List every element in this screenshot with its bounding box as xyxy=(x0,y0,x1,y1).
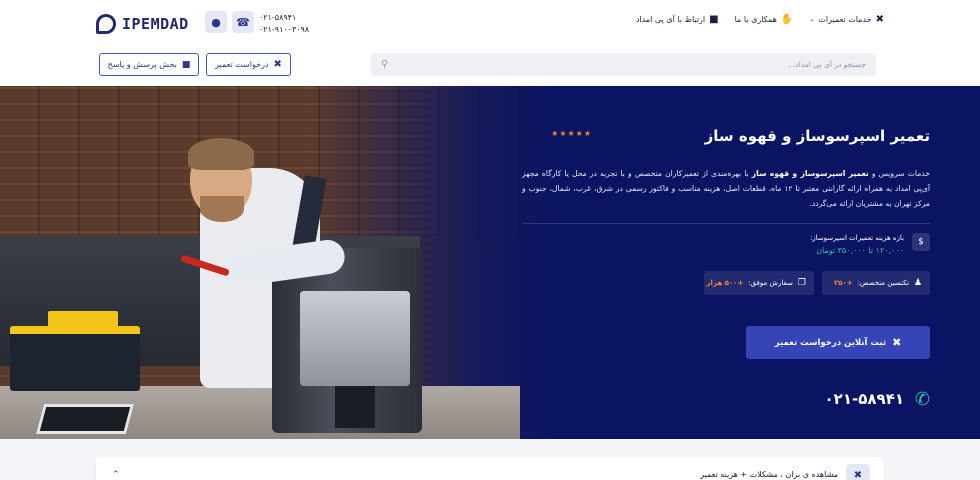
phone-number-2[interactable]: ۰۲۱-۹۱۰۰۳۰۹۸ xyxy=(259,24,309,36)
faq-button[interactable]: ■ بخش پرسش و پاسخ xyxy=(99,53,199,76)
search-icon[interactable]: ⚲ xyxy=(381,59,388,70)
repair-tools-icon: ✖ xyxy=(846,464,870,480)
price-range-label: بازه هزینه تعمیرات اسپرسوساز: xyxy=(809,234,904,242)
chevron-up-icon[interactable]: ⌃ xyxy=(112,470,120,480)
chevron-down-icon: ⌄ xyxy=(809,16,815,23)
nav-contact[interactable]: ■ ارتباط با آی پی امداد xyxy=(636,14,719,25)
stat-orders-value: +۵۰۰ هزار xyxy=(706,279,744,287)
top-navigation: ✖ خدمات تعمیرات ⌄ ✋ همکاری با ما ■ ارتبا… xyxy=(636,14,884,25)
price-range-value: ۱۲۰,۰۰۰ تا ۳۵۰,۰۰۰ تومان xyxy=(816,246,904,255)
divider xyxy=(522,223,930,224)
logo-icon xyxy=(96,14,116,34)
phone-numbers: ۰۲۱-۵۸۹۴۱ ۰۲۱-۹۱۰۰۳۰۹۸ xyxy=(259,12,309,36)
support-agent-icon: ■ xyxy=(709,14,719,25)
handshake-icon: ✋ xyxy=(780,14,794,25)
repair-tools-icon: ✖ xyxy=(875,14,884,25)
logo[interactable]: IPEMDAD xyxy=(96,14,189,34)
repair-tools-icon: ✖ xyxy=(892,336,902,349)
online-repair-request-label: ثبت آنلاین درخواست تعمیر xyxy=(774,337,887,348)
orders-icon: ❐ xyxy=(797,278,806,288)
hero-desc-bold: تعمیر اسپرسوساز و قهوه ساز xyxy=(751,169,869,178)
nav-cooperation[interactable]: ✋ همکاری با ما xyxy=(735,14,794,25)
user-account-button[interactable]: ● xyxy=(205,11,227,33)
site-header: IPEMDAD ● ☎ ۰۲۱-۵۸۹۴۱ ۰۲۱-۹۱۰۰۳۰۹۸ ✖ خدم… xyxy=(0,0,980,86)
stat-technicians: ♟ تکنسین متخصص: +۲۵۰ xyxy=(822,271,930,295)
hero-description: خدمات سرویس و تعمیر اسپرسوساز و قهوه ساز… xyxy=(522,166,930,211)
hero-desc-part1: خدمات سرویس و xyxy=(868,169,930,178)
hero-image-technician xyxy=(0,86,560,439)
nav-contact-label: ارتباط با آی پی امداد xyxy=(635,15,706,24)
phone-number-1[interactable]: ۰۲۱-۵۸۹۴۱ xyxy=(259,12,309,24)
hotline-number[interactable]: ۰۲۱-۵۸۹۴۱ xyxy=(825,390,904,408)
faq-label: بخش پرسش و پاسخ xyxy=(107,60,177,69)
nav-cooperation-label: همکاری با ما xyxy=(734,15,777,24)
accordion-title: مشاهده ی بران ، مشکلات + هزینه تعمیر xyxy=(700,470,838,479)
search-bar: ⚲ xyxy=(371,53,876,76)
phone-call-icon: ✆ xyxy=(914,389,930,410)
repair-tools-icon: ✖ xyxy=(273,59,282,70)
page-title: تعمیر اسپرسوساز و قهوه ساز xyxy=(704,127,930,145)
technician-icon: ♟ xyxy=(913,278,922,288)
phone-icon: ☎ xyxy=(236,15,250,29)
online-repair-request-button[interactable]: ✖ ثبت آنلاین درخواست تعمیر xyxy=(746,326,930,359)
phone-button[interactable]: ☎ xyxy=(232,11,254,33)
nav-repair-services[interactable]: ✖ خدمات تعمیرات ⌄ xyxy=(809,14,884,25)
search-input[interactable] xyxy=(388,60,866,69)
stat-technicians-label: تکنسین متخصص: xyxy=(857,279,909,287)
accordion-card[interactable]: ✖ مشاهده ی بران ، مشکلات + هزینه تعمیر ⌃ xyxy=(96,457,884,480)
rating-stars: ★★★★★ xyxy=(551,129,592,138)
dollar-icon: $ xyxy=(912,233,930,251)
user-icon: ● xyxy=(211,15,221,29)
nav-repair-services-label: خدمات تعمیرات xyxy=(818,15,872,24)
repair-request-label: درخواست تعمیر xyxy=(215,60,269,69)
chat-bubbles-icon: ■ xyxy=(181,59,191,70)
stat-orders: ❐ سفارش موفق: +۵۰۰ هزار xyxy=(704,271,814,295)
hero-section: ★★★★★ تعمیر اسپرسوساز و قهوه ساز خدمات س… xyxy=(0,86,980,439)
stat-orders-label: سفارش موفق: xyxy=(748,279,793,287)
logo-text: IPEMDAD xyxy=(122,15,189,33)
repair-request-button[interactable]: ✖ درخواست تعمیر xyxy=(206,53,291,76)
stat-technicians-value: +۲۵۰ xyxy=(833,279,853,287)
